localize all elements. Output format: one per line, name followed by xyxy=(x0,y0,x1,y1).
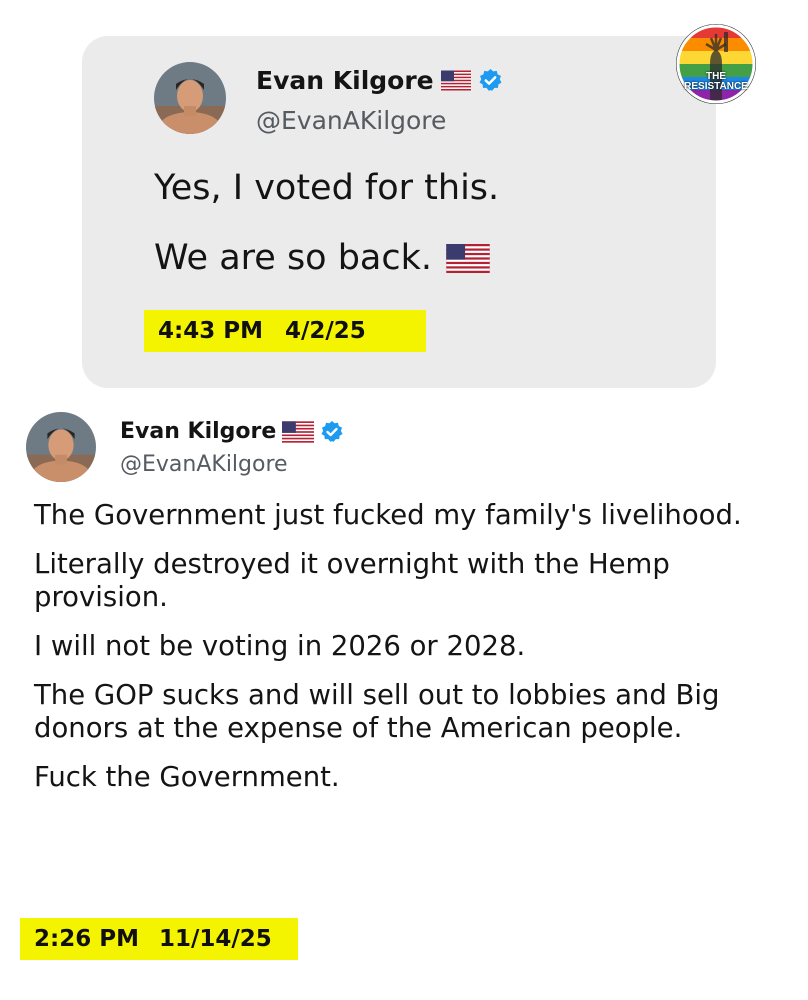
author-row: Evan Kilgore xyxy=(120,419,344,444)
tweet-body: The Government just fucked my family's l… xyxy=(34,499,774,810)
tweet-text: We are so back. xyxy=(154,238,433,278)
author-handle[interactable]: @EvanAKilgore xyxy=(256,106,446,135)
us-flag-icon xyxy=(440,70,471,91)
statue-of-liberty-icon xyxy=(676,24,756,104)
author-name[interactable]: Evan Kilgore xyxy=(256,66,434,95)
resistance-badge: THE RESISTANCE xyxy=(676,24,756,104)
tweet-time: 2:26 PM xyxy=(34,926,139,952)
timestamp-highlight: 2:26 PM 11/14/25 xyxy=(20,918,298,960)
tweet-text-line: Yes, I voted for this. xyxy=(154,168,499,208)
timestamp-highlight: 4:43 PM 4/2/25 xyxy=(144,310,426,352)
badge-text: RESISTANCE xyxy=(684,81,748,92)
avatar[interactable] xyxy=(26,412,96,482)
us-flag-icon xyxy=(446,243,490,273)
author-handle[interactable]: @EvanAKilgore xyxy=(120,452,288,477)
tweet-paragraph: The Government just fucked my family's l… xyxy=(34,499,742,531)
verified-badge-icon xyxy=(320,420,344,444)
quoted-author-row: Evan Kilgore xyxy=(256,66,503,95)
tweet-paragraph: The GOP sucks and will sell out to lobbi… xyxy=(34,679,720,744)
tweet-time: 4:43 PM xyxy=(158,318,263,344)
tweet-paragraph: I will not be voting in 2026 or 2028. xyxy=(34,630,526,662)
avatar[interactable] xyxy=(154,62,226,134)
tweet-date: 4/2/25 xyxy=(284,318,366,344)
tweet-paragraph: Literally destroyed it overnight with th… xyxy=(34,548,670,613)
tweet-text: Yes, I voted for this. xyxy=(154,168,500,208)
tweet-paragraph: Fuck the Government. xyxy=(34,761,340,793)
tweet-text-line: We are so back. xyxy=(154,238,490,278)
us-flag-icon xyxy=(282,420,315,443)
quoted-tweet-card: Evan Kilgore @EvanAKilgore Yes, I voted … xyxy=(82,36,716,388)
tweet-date: 11/14/25 xyxy=(158,926,272,952)
author-name[interactable]: Evan Kilgore xyxy=(120,419,276,444)
verified-badge-icon xyxy=(478,68,503,93)
